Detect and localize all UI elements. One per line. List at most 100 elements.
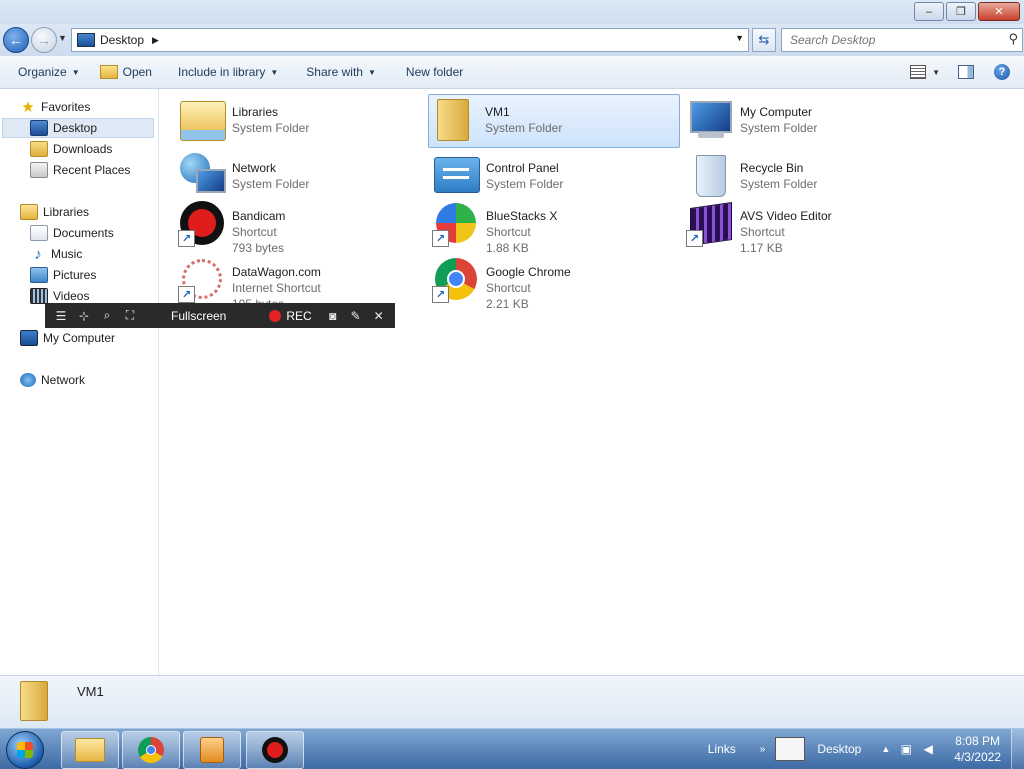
taskbar-chrome[interactable] <box>122 731 180 769</box>
clock[interactable]: 8:08 PM 4/3/2022 <box>954 733 1001 765</box>
item-control-panel[interactable]: Control Panel System Folder <box>430 151 680 203</box>
start-button[interactable] <box>6 731 44 769</box>
back-arrow-icon: ← <box>9 32 23 48</box>
recent-pages-dropdown[interactable]: ▼ <box>58 33 67 43</box>
nav-downloads[interactable]: Downloads <box>30 139 112 159</box>
selected-item-name: VM1 <box>77 684 104 699</box>
minimize-button[interactable]: – <box>914 2 944 21</box>
network-tray-icon[interactable]: ▣ <box>898 742 914 756</box>
show-desktop-button[interactable] <box>1011 729 1024 769</box>
nav-music[interactable]: ♪ Music <box>30 244 82 264</box>
libraries-icon <box>20 204 38 220</box>
item-avs-video-editor[interactable]: ↗ AVS Video Editor Shortcut 1.17 KB <box>684 199 934 255</box>
item-name: Control Panel <box>486 161 559 175</box>
item-recycle-bin[interactable]: Recycle Bin System Folder <box>684 151 934 203</box>
address-bar[interactable]: Desktop ▶ ▼ <box>71 28 749 52</box>
network-globe-icon <box>20 373 36 387</box>
change-view-icon[interactable] <box>910 65 927 79</box>
item-type: Shortcut <box>486 281 531 295</box>
close-button[interactable]: ✕ <box>978 2 1020 21</box>
item-my-computer[interactable]: My Computer System Folder <box>684 95 934 147</box>
search-box[interactable]: ⚲ <box>781 28 1023 52</box>
resize-icon[interactable]: ⊹ <box>77 309 91 323</box>
nav-desktop[interactable]: Desktop <box>2 118 154 138</box>
navigation-pane: ★ Favorites Desktop Downloads Recent Pla… <box>0 89 159 675</box>
documents-icon <box>30 225 48 241</box>
shortcut-arrow-icon: ↗ <box>178 286 195 303</box>
recent-places-icon <box>30 162 48 178</box>
command-bar: Organize ▼ Open Include in library ▼ Sha… <box>0 56 1024 89</box>
chevron-down-icon[interactable]: ▼ <box>932 68 940 77</box>
search-input[interactable] <box>788 32 1002 48</box>
nav-documents[interactable]: Documents <box>30 223 114 243</box>
back-button[interactable]: ← <box>3 27 29 53</box>
volume-icon[interactable]: ◀ <box>920 742 936 756</box>
recycle-bin-icon <box>686 151 734 199</box>
include-in-library-button[interactable]: Include in library ▼ <box>178 65 278 79</box>
share-with-label: Share with <box>306 65 363 79</box>
new-folder-button[interactable]: New folder <box>406 65 463 79</box>
new-folder-label: New folder <box>405 65 464 79</box>
maximize-button[interactable]: ❐ <box>946 2 976 21</box>
refresh-button[interactable]: ⇆ <box>752 28 776 52</box>
taskbar-explorer[interactable] <box>61 731 119 769</box>
item-libraries[interactable]: Libraries System Folder <box>176 95 426 147</box>
show-hidden-icons-icon[interactable]: ▲ <box>881 744 890 754</box>
item-google-chrome[interactable]: ↗ Google Chrome Shortcut 2.21 KB <box>430 255 680 311</box>
menu-icon[interactable]: ☰ <box>54 309 68 323</box>
close-icon[interactable]: ✕ <box>372 309 386 323</box>
nav-libraries[interactable]: Libraries <box>20 202 89 222</box>
rec-button[interactable]: REC <box>286 309 311 323</box>
item-bandicam[interactable]: ↗ Bandicam Shortcut 793 bytes <box>176 199 426 255</box>
nav-recent-places[interactable]: Recent Places <box>30 160 130 180</box>
taskbar-bandicam[interactable] <box>246 731 304 769</box>
pen-tablet-icon[interactable] <box>775 737 806 761</box>
taskbar-media[interactable] <box>183 731 241 769</box>
nav-my-computer[interactable]: My Computer <box>20 328 115 348</box>
folder-icon <box>75 738 105 762</box>
nav-favorites[interactable]: ★ Favorites <box>20 97 90 117</box>
media-player-icon <box>200 737 224 763</box>
forward-button[interactable]: → <box>31 27 57 53</box>
select-area-icon[interactable]: ⌕ <box>100 308 114 323</box>
item-bluestacks-x[interactable]: ↗ BlueStacks X Shortcut 1.88 KB <box>430 199 680 255</box>
film-strip-icon: ↗ <box>686 199 734 247</box>
nav-documents-label: Documents <box>53 226 114 240</box>
network-icon <box>178 151 226 199</box>
item-size: 2.21 KB <box>486 297 529 311</box>
breadcrumb-arrow-icon[interactable]: ▶ <box>152 35 159 46</box>
file-list: Libraries System Folder VM1 System Folde… <box>159 89 1024 675</box>
item-vm1[interactable]: VM1 System Folder <box>428 94 680 148</box>
organize-button[interactable]: Organize ▼ <box>18 65 80 79</box>
open-button[interactable]: Open <box>99 65 152 79</box>
computer-icon <box>20 330 38 346</box>
help-icon[interactable]: ? <box>994 64 1010 80</box>
libraries-folder-icon <box>178 95 226 143</box>
search-icon[interactable]: ⚲ <box>1008 31 1018 47</box>
open-label: Open <box>122 65 152 79</box>
links-toolbar[interactable]: Links <box>708 742 736 756</box>
preview-pane-icon[interactable] <box>958 65 974 79</box>
computer-icon <box>686 95 734 143</box>
nav-pictures[interactable]: Pictures <box>30 265 96 285</box>
window-controls: – ❐ ✕ <box>912 2 1020 21</box>
chevron-icon[interactable]: » <box>760 744 766 755</box>
details-pane: VM1 <box>0 675 1024 729</box>
breadcrumb-desktop[interactable]: Desktop <box>100 33 144 47</box>
fullscreen-mode-label[interactable]: Fullscreen <box>171 309 226 323</box>
item-size: 1.17 KB <box>740 241 783 255</box>
item-type: Shortcut <box>232 225 277 239</box>
record-dot-icon[interactable] <box>269 309 282 322</box>
item-name: Recycle Bin <box>740 161 804 175</box>
pictures-icon <box>30 267 48 283</box>
share-with-button[interactable]: Share with ▼ <box>306 65 376 79</box>
address-dropdown-icon[interactable]: ▼ <box>735 33 744 43</box>
clock-date: 4/3/2022 <box>954 750 1001 764</box>
pencil-icon[interactable]: ✎ <box>349 309 363 323</box>
camera-icon[interactable]: ◙ <box>326 309 340 323</box>
nav-network[interactable]: Network <box>20 370 85 390</box>
crop-icon[interactable]: ⛶ <box>123 308 137 323</box>
desktop-toolbar[interactable]: Desktop <box>817 742 861 756</box>
item-network[interactable]: Network System Folder <box>176 151 426 203</box>
organize-label: Organize <box>18 65 67 79</box>
